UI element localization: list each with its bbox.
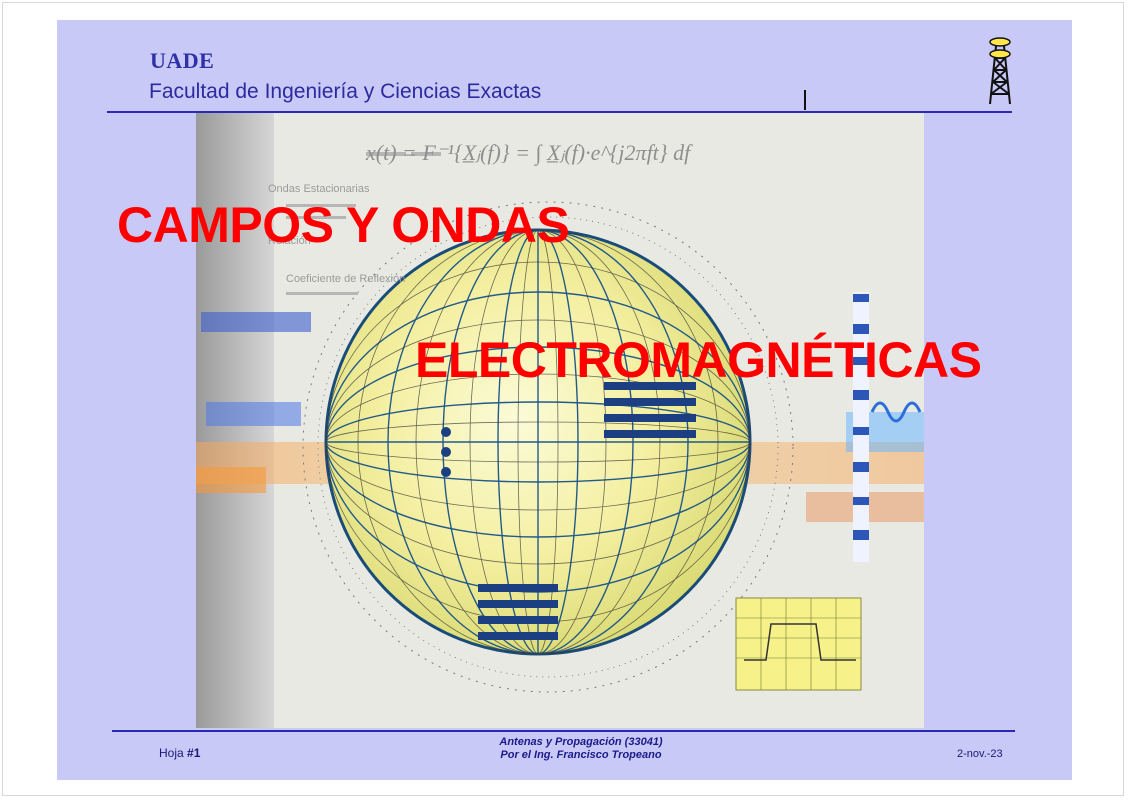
sheet-value: #1 <box>187 746 201 760</box>
art-caption-1: Ondas Estacionarias <box>268 183 370 195</box>
slide-date: 2-nov.-23 <box>957 748 1003 760</box>
footer-rule <box>112 730 1015 732</box>
art-caption-3: Coeficiente de Reflexión <box>286 273 405 285</box>
course-author: Por el Ing. Francisco Tropeano <box>500 749 662 761</box>
sheet-number: Hoja #1 <box>159 746 200 760</box>
org-name: UADE <box>150 48 215 73</box>
fourier-formula: x(t) = F⁻¹{X̲ⱼ(f)} = ∫ X̲ⱼ(f)·e^{j2πft} … <box>365 140 693 166</box>
slide-title-line-1: CAMPOS Y ONDAS <box>117 197 570 253</box>
slide: UADE Facultad de Ingeniería y Ciencias E… <box>57 20 1072 780</box>
course-info: Antenas y Propagación (33041) Por el Ing… <box>447 736 715 762</box>
sheet-label: Hoja <box>159 746 188 760</box>
radio-tower-icon <box>989 37 1011 105</box>
course-title: Antenas y Propagación (33041) <box>499 736 663 748</box>
faculty-name: Facultad de Ingeniería y Ciencias Exacta… <box>149 80 542 103</box>
header-rule <box>107 111 1012 113</box>
slide-title-line-2: ELECTROMAGNÉTICAS <box>415 332 982 388</box>
header-divider-tick <box>804 90 806 110</box>
